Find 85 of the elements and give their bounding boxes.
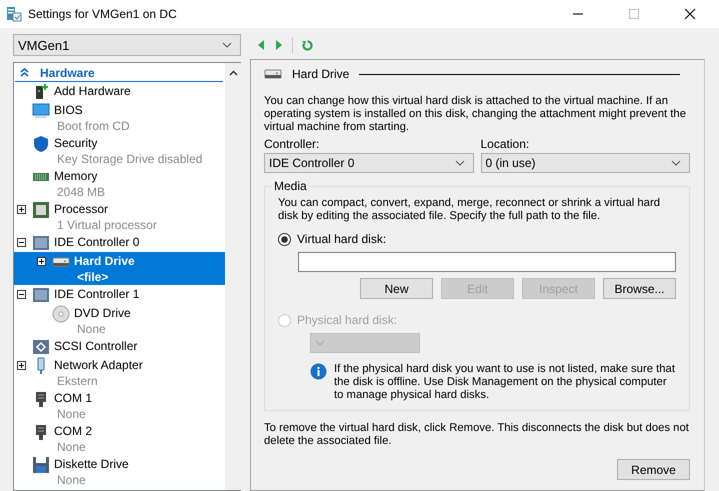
collapse-icon[interactable] <box>17 238 26 247</box>
group-title: Media <box>272 179 309 193</box>
section-title: Hard Drive <box>292 67 350 81</box>
shield-icon <box>32 135 50 153</box>
item-detail: 1 Virtual processor <box>56 217 157 233</box>
info-icon <box>310 363 327 380</box>
item-label: Diskette Drive <box>54 456 129 472</box>
controller-icon <box>32 234 50 252</box>
item-detail: Key Storage Drive disabled <box>56 151 202 167</box>
tree-item[interactable]: SCSI Controller <box>14 337 225 356</box>
tree-item[interactable]: BIOS Boot from CD <box>14 101 225 134</box>
item-label: BIOS <box>54 102 84 118</box>
tree-item[interactable]: Memory 2048 MB <box>14 167 225 200</box>
tree-item[interactable]: COM 2 None <box>14 422 225 455</box>
tree-item[interactable]: IDE Controller 0 <box>14 233 225 252</box>
back-icon[interactable] <box>256 39 266 51</box>
radio-label: Physical hard disk: <box>297 313 398 327</box>
window-title: Settings for VMGen1 on DC <box>28 7 177 21</box>
tree-item[interactable]: Add Hardware <box>14 82 225 101</box>
chevron-down-icon <box>315 340 325 346</box>
item-label: SCSI Controller <box>54 338 138 354</box>
vm-dropdown[interactable]: VMGen1 <box>13 34 241 56</box>
action-button[interactable]: Browse... <box>603 278 676 299</box>
item-detail: None <box>56 439 87 455</box>
processor-icon <box>32 201 50 219</box>
tree-item[interactable]: Network Adapter Ekstern <box>14 356 225 389</box>
remove-button[interactable]: Remove <box>617 459 690 480</box>
description-text: To remove the virtual hard disk, click Remove. This disconnects the disk but does not delete the associated file. <box>264 422 690 448</box>
collapse-icon[interactable] <box>17 290 26 299</box>
item-label: Network Adapter <box>54 357 143 373</box>
controller-dropdown[interactable]: IDE Controller 0 <box>264 153 474 173</box>
tree-item[interactable]: COM 1 None <box>14 389 225 422</box>
item-detail: 2048 MB <box>56 184 106 200</box>
expand-icon[interactable] <box>37 257 46 266</box>
expand-icon[interactable] <box>17 361 26 370</box>
item-label: Add Hardware <box>54 83 131 99</box>
tree-item[interactable]: Processor 1 Virtual processor <box>14 200 225 233</box>
item-label: Security <box>54 135 98 151</box>
hard-drive-icon <box>264 69 282 79</box>
item-detail: None <box>56 472 87 488</box>
monitor-icon <box>32 102 50 120</box>
item-detail: <file> <box>76 269 110 285</box>
chevron-down-icon <box>222 42 232 48</box>
item-detail: Ekstern <box>56 373 99 389</box>
chevron-down-icon <box>454 160 464 166</box>
item-label: IDE Controller 0 <box>54 234 140 250</box>
path-input-field[interactable] <box>298 252 676 272</box>
tree-item[interactable]: Security Key Storage Drive disabled <box>14 134 225 167</box>
tree-item[interactable]: IDE Controller 1 <box>14 285 225 304</box>
field-label: Location: <box>480 138 530 151</box>
item-label: IDE Controller 1 <box>54 286 140 302</box>
info-text: If the physical hard disk you want to use is not listed, make sure that the disk is offline. Use Disk Management on the physical computer to manage physical hard disks. <box>334 363 676 402</box>
settings-window-icon <box>6 6 22 22</box>
chevron-down-icon <box>671 160 681 166</box>
field-label: Controller: <box>264 138 320 151</box>
item-label: Processor <box>54 201 110 217</box>
action-button[interactable]: New <box>360 278 433 299</box>
tree-item[interactable]: Diskette Drive None <box>14 455 225 488</box>
refresh-icon[interactable] <box>301 38 314 52</box>
hard-drive-icon <box>52 257 70 267</box>
section-header[interactable]: Hardware <box>15 64 223 82</box>
item-label: DVD Drive <box>74 305 131 321</box>
scrollbar[interactable] <box>225 63 241 490</box>
item-label: Memory <box>54 168 98 184</box>
scroll-up-icon[interactable] <box>228 70 238 76</box>
location-dropdown[interactable]: 0 (in use) <box>480 153 690 173</box>
item-detail: None <box>56 406 87 422</box>
item-label: COM 1 <box>54 390 92 406</box>
radio-label[interactable]: Virtual hard disk: <box>297 232 386 246</box>
description-text: You can change how this virtual hard disk is attached to the virtual machine. If an operating system is installed on this disk, changing the attachment might prevent the virtual machine from starting. <box>264 95 687 134</box>
item-label: COM 2 <box>54 423 92 439</box>
forward-icon[interactable] <box>274 39 284 51</box>
item-label: Hard Drive <box>74 253 135 269</box>
expand-icon[interactable] <box>17 205 26 214</box>
section-title: Hardware <box>40 66 95 80</box>
description-text: You can compact, convert, expand, merge, reconnect or shrink a virtual hard disk by editing the associated file. Specify the full path to the file. <box>278 197 661 223</box>
radio-button[interactable] <box>278 232 291 246</box>
disc-icon <box>52 305 70 323</box>
tree-item[interactable]: DVD Drive None <box>14 304 225 337</box>
item-detail: None <box>76 321 107 337</box>
close-icon[interactable] <box>684 8 696 20</box>
item-detail: Boot from CD <box>56 118 130 134</box>
controller-icon <box>32 338 50 356</box>
controller-icon <box>32 286 50 304</box>
tree-item[interactable]: Hard Drive <file> <box>14 252 225 285</box>
